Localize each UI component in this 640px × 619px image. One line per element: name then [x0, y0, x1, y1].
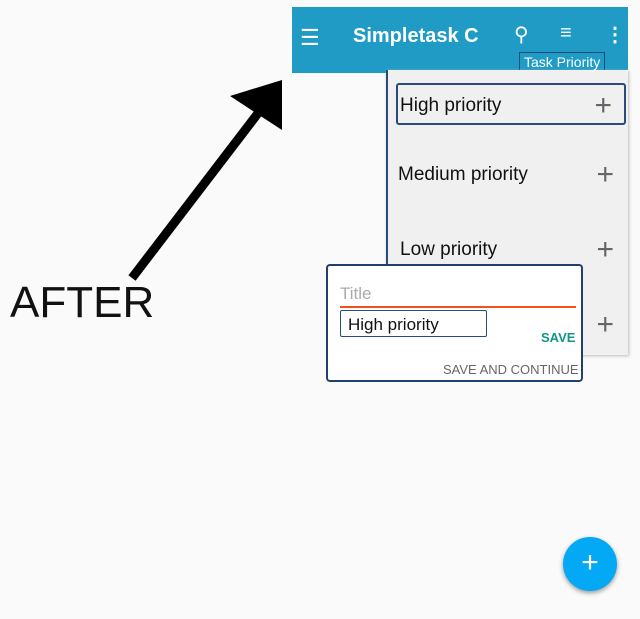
priority-field[interactable]: High priority	[340, 310, 487, 337]
app-title: Simpletask C	[353, 25, 479, 47]
menu-icon[interactable]: ☰	[300, 25, 320, 51]
option-label: High priority	[400, 95, 502, 116]
plus-icon: +	[581, 546, 599, 579]
title-input[interactable]	[340, 282, 576, 308]
app-bar: ☰ Simpletask C ⚲ ≡ ⋮ Task Priority	[292, 7, 628, 73]
priority-option-medium[interactable]: Medium priority +	[396, 154, 626, 196]
plus-icon[interactable]: +	[596, 304, 614, 346]
plus-icon[interactable]: +	[596, 229, 614, 271]
filter-icon[interactable]: ≡	[560, 22, 572, 45]
priority-option-high[interactable]: High priority +	[396, 83, 626, 125]
add-task-dialog: High priority SAVE SAVE AND CONTINUE	[326, 264, 583, 382]
search-icon[interactable]: ⚲	[514, 22, 529, 47]
more-vert-icon[interactable]: ⋮	[605, 22, 625, 47]
option-label: Medium priority	[398, 164, 528, 185]
annotation-label: AFTER	[10, 278, 155, 327]
plus-icon[interactable]: +	[594, 85, 612, 127]
save-and-continue-button[interactable]: SAVE AND CONTINUE	[443, 362, 579, 377]
add-task-fab[interactable]: +	[563, 537, 617, 591]
plus-icon[interactable]: +	[596, 154, 614, 196]
save-button[interactable]: SAVE	[541, 330, 575, 345]
sort-label[interactable]: Task Priority	[519, 52, 606, 72]
